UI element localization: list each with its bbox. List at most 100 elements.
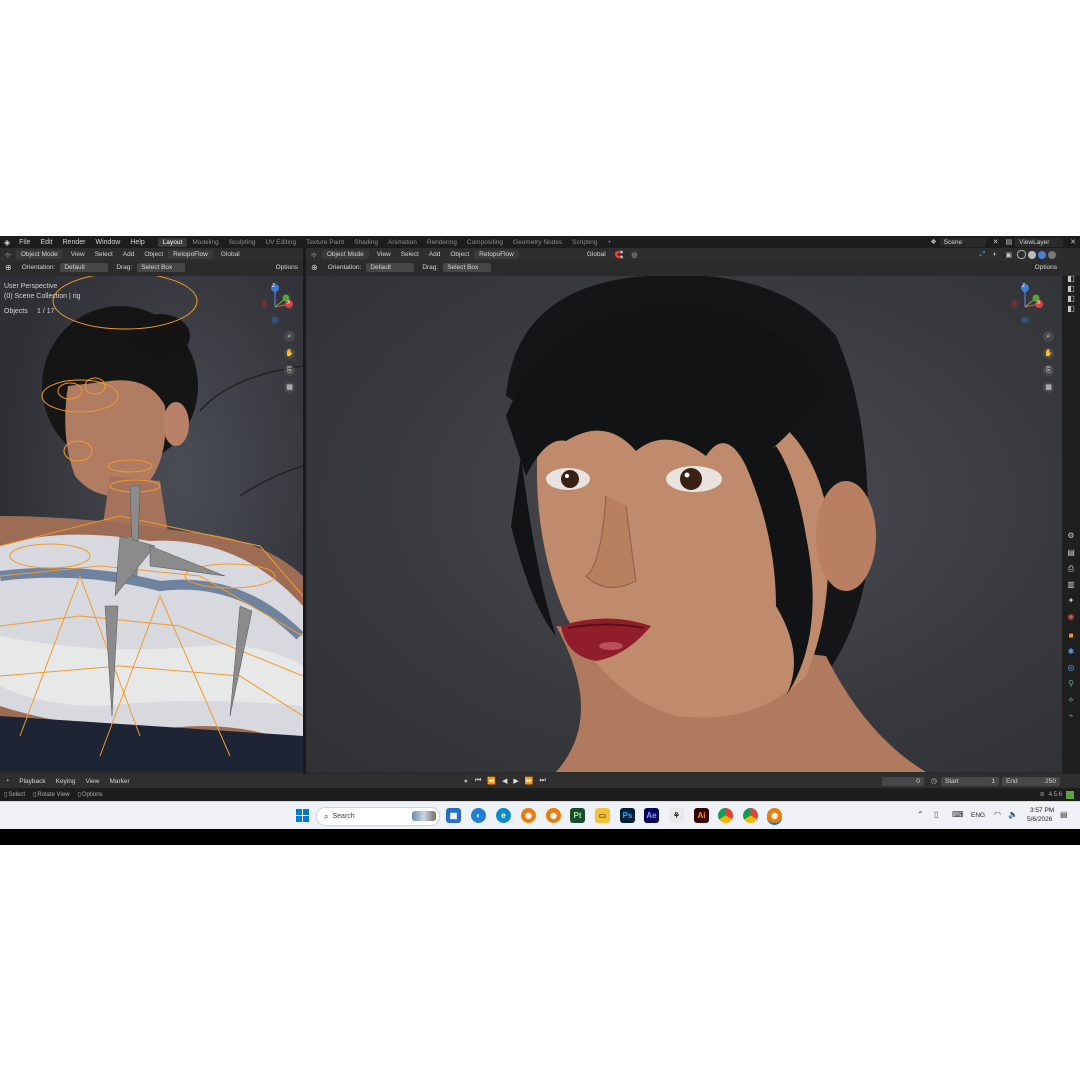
photoshop-icon[interactable]: Ps bbox=[620, 808, 635, 823]
add-workspace-icon[interactable]: + bbox=[602, 238, 616, 247]
after-effects-icon[interactable]: Ae bbox=[644, 808, 659, 823]
zbrush-icon[interactable]: ⚘ bbox=[669, 808, 684, 823]
scene-field[interactable]: Scene bbox=[939, 237, 986, 247]
overlay-icon[interactable]: ◐ bbox=[989, 251, 1001, 258]
blender-active-icon[interactable]: ◉ bbox=[767, 808, 782, 825]
jump-start-icon[interactable]: ⏮ bbox=[472, 777, 484, 785]
tab-texture-paint[interactable]: Texture Paint bbox=[301, 238, 349, 247]
tab-modeling[interactable]: Modeling bbox=[187, 238, 223, 247]
particles-icon[interactable]: ◎ bbox=[1066, 663, 1076, 673]
grid-view-icon[interactable]: ▦ bbox=[284, 382, 295, 393]
close-scene-icon[interactable]: ✕ bbox=[989, 238, 1003, 246]
snap-icon[interactable]: 🧲 bbox=[611, 251, 628, 259]
menu-render[interactable]: Render bbox=[58, 239, 91, 246]
camera-view-icon[interactable]: ⎘ bbox=[1043, 365, 1054, 376]
end-frame-field[interactable]: End 250 bbox=[1002, 776, 1060, 786]
zoom-icon[interactable]: ⌕ bbox=[1043, 331, 1054, 342]
start-frame-field[interactable]: Start 1 bbox=[941, 776, 999, 786]
keyboard-icon[interactable]: ⌨ bbox=[952, 810, 964, 819]
camera-view-icon[interactable]: ⎘ bbox=[284, 365, 295, 376]
transform-orientation[interactable]: Global bbox=[216, 251, 245, 258]
store-icon[interactable]: ▦ bbox=[446, 808, 461, 823]
render-icon[interactable]: ▤ bbox=[1066, 548, 1076, 558]
tab-compositing[interactable]: Compositing bbox=[462, 238, 508, 247]
play-icon[interactable]: ▶ bbox=[510, 777, 521, 785]
grid-view-icon[interactable]: ▦ bbox=[1043, 382, 1054, 393]
menu-view[interactable]: View bbox=[372, 251, 396, 258]
chrome-profile-icon[interactable] bbox=[743, 808, 758, 823]
zoom-icon[interactable]: ⌕ bbox=[284, 331, 295, 342]
drag-dropdown[interactable]: Select Box bbox=[137, 263, 186, 272]
editor-type-icon[interactable]: ⊹ bbox=[0, 251, 16, 259]
gizmo-toggle-icon[interactable]: ⤢ bbox=[976, 251, 990, 259]
data-icon[interactable]: ⌁ bbox=[1066, 711, 1076, 721]
world-icon[interactable]: ◉ bbox=[1066, 612, 1076, 622]
retopoflow-dropdown[interactable]: RetopoFlow bbox=[168, 250, 213, 259]
painter-icon[interactable]: Pt bbox=[570, 808, 585, 823]
menu-file[interactable]: File bbox=[14, 239, 35, 246]
camera-icon[interactable]: ◧ bbox=[1066, 294, 1076, 304]
menu-object[interactable]: Object bbox=[445, 251, 474, 258]
blender-taskbar-icon[interactable]: ◉ bbox=[546, 808, 561, 823]
shading-wire-icon[interactable] bbox=[1017, 250, 1026, 259]
taskbar-search-box[interactable]: ⌕ Search bbox=[316, 807, 440, 826]
blender-taskbar-icon[interactable]: ◉ bbox=[521, 808, 536, 823]
file-explorer-icon[interactable]: ▭ bbox=[595, 808, 610, 823]
tray-chevron-icon[interactable]: ⌃ bbox=[917, 810, 924, 819]
tab-shading[interactable]: Shading bbox=[349, 238, 383, 247]
tab-sculpting[interactable]: Sculpting bbox=[224, 238, 261, 247]
object-icon[interactable]: ■ bbox=[1066, 631, 1076, 641]
language-indicator[interactable]: ENG bbox=[971, 812, 985, 819]
tab-geometry-nodes[interactable]: Geometry Nodes bbox=[508, 238, 567, 247]
notification-icon[interactable]: ▤ bbox=[1060, 810, 1068, 819]
proportional-icon[interactable]: ◎ bbox=[627, 251, 641, 259]
tool-icon[interactable]: ⊕ bbox=[306, 263, 323, 272]
menu-add[interactable]: Add bbox=[118, 251, 140, 258]
record-icon[interactable]: ● bbox=[460, 778, 472, 785]
edge-icon[interactable]: e bbox=[496, 808, 511, 823]
menu-object[interactable]: Object bbox=[139, 251, 168, 258]
retopoflow-dropdown[interactable]: RetopoFlow bbox=[474, 250, 519, 259]
transform-orientation[interactable]: Global bbox=[582, 251, 611, 258]
view-layer-field[interactable]: ViewLayer bbox=[1015, 237, 1064, 247]
prev-key-icon[interactable]: ⏪ bbox=[484, 777, 499, 785]
options-dropdown[interactable]: Options bbox=[1030, 264, 1062, 271]
menu-window[interactable]: Window bbox=[90, 239, 125, 246]
constraints-icon[interactable]: ⟡ bbox=[1066, 695, 1076, 705]
play-reverse-icon[interactable]: ◀ bbox=[499, 777, 510, 785]
volume-icon[interactable]: 🔈 bbox=[1008, 810, 1018, 819]
mode-dropdown[interactable]: Object Mode bbox=[15, 250, 63, 259]
chrome-icon[interactable] bbox=[718, 808, 733, 823]
camera-icon[interactable]: ◧ bbox=[1066, 284, 1076, 294]
right-viewport[interactable]: Z X ⌕ ✋ ⎘ ▦ bbox=[306, 276, 1062, 772]
xray-icon[interactable]: ▣ bbox=[1001, 251, 1016, 259]
keying-menu[interactable]: Keying bbox=[51, 778, 81, 785]
orientation-dropdown[interactable]: Default bbox=[366, 263, 415, 272]
clock-date[interactable]: 5/6/2026 bbox=[1027, 816, 1052, 823]
output-icon[interactable]: ⎙ bbox=[1066, 564, 1076, 574]
modifier-icon[interactable]: ✱ bbox=[1066, 647, 1076, 657]
scene-icon[interactable]: ❖ bbox=[927, 238, 939, 246]
blender-logo-icon[interactable]: ◈ bbox=[0, 238, 14, 247]
options-dropdown[interactable]: Options bbox=[271, 264, 303, 271]
tab-layout[interactable]: Layout bbox=[157, 237, 188, 247]
menu-select[interactable]: Select bbox=[396, 251, 424, 258]
tab-uv-editing[interactable]: UV Editing bbox=[260, 238, 301, 247]
timeline-view-menu[interactable]: View bbox=[80, 778, 104, 785]
app-blue-icon[interactable]: ◐ bbox=[471, 808, 486, 823]
menu-edit[interactable]: Edit bbox=[35, 239, 57, 246]
physics-icon[interactable]: ⚲ bbox=[1066, 679, 1076, 689]
tool-settings-icon[interactable]: ⚙ bbox=[1066, 531, 1076, 541]
menu-help[interactable]: Help bbox=[125, 239, 149, 246]
marker-menu[interactable]: Marker bbox=[104, 778, 134, 785]
close-view-layer-icon[interactable]: ✕ bbox=[1066, 238, 1080, 246]
jump-end-icon[interactable]: ⏭ bbox=[536, 777, 548, 785]
camera-icon[interactable]: ◧ bbox=[1066, 304, 1076, 314]
mode-dropdown[interactable]: Object Mode bbox=[321, 250, 369, 259]
navigation-gizmo[interactable]: Z X bbox=[260, 282, 296, 324]
drag-dropdown[interactable]: Select Box bbox=[443, 263, 492, 272]
tab-scripting[interactable]: Scripting bbox=[567, 238, 602, 247]
timeline-editor-icon[interactable]: ◔ bbox=[0, 778, 14, 785]
wifi-icon[interactable]: ◠ bbox=[994, 810, 1001, 819]
shading-material-icon[interactable] bbox=[1038, 250, 1046, 259]
